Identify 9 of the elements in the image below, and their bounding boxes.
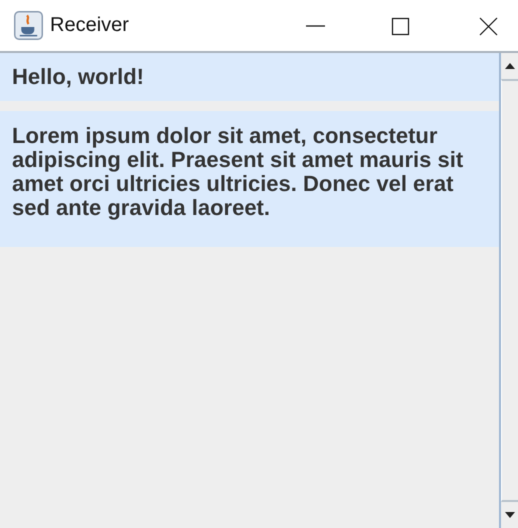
minimize-icon bbox=[306, 24, 324, 26]
down-arrow-icon bbox=[505, 512, 515, 518]
coffee-cup-icon bbox=[14, 11, 43, 40]
message-text: Hello, world! bbox=[0, 53, 499, 101]
up-arrow-icon bbox=[505, 63, 515, 69]
window-title: Receiver bbox=[50, 14, 129, 37]
maximize-icon bbox=[390, 16, 410, 36]
close-icon bbox=[478, 16, 498, 36]
message-text: Lorem ipsum dolor sit amet, consectetur adipiscing elit. Praesent sit amet mauris sit amet orci ultricies ultricies. Donec vel erat sed ante gravida laoreet. bbox=[0, 111, 499, 247]
